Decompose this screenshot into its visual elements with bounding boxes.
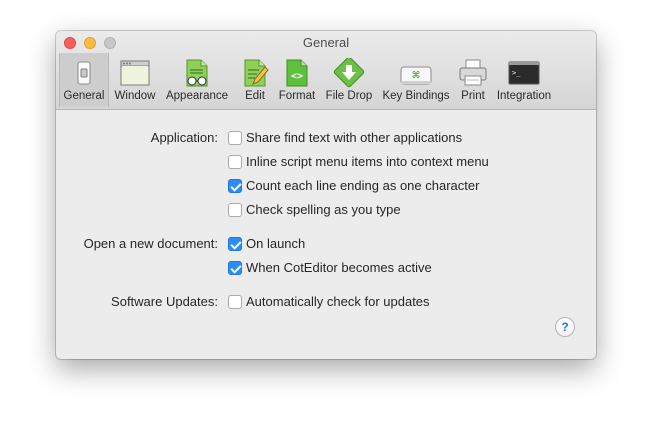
format-icon: <> <box>281 58 313 88</box>
setting-row: Open a new document: On launch <box>56 234 596 254</box>
setting-row: Inline script menu items into context me… <box>56 152 596 172</box>
printer-icon <box>457 58 489 88</box>
tab-label: Appearance <box>165 90 229 102</box>
inline-script-menu-checkbox[interactable] <box>228 155 242 169</box>
tab-file-drop[interactable]: File Drop <box>321 53 377 107</box>
window-icon <box>119 58 151 88</box>
setting-row: Count each line ending as one character <box>56 176 596 196</box>
on-launch-checkbox[interactable] <box>228 237 242 251</box>
setting-row: Software Updates: Automatically check fo… <box>56 292 596 312</box>
help-button[interactable]: ? <box>555 317 575 337</box>
tab-edit[interactable]: Edit <box>237 53 273 107</box>
check-spelling-checkbox[interactable] <box>228 203 242 217</box>
setting-row: When CotEditor becomes active <box>56 258 596 278</box>
svg-text:⌘: ⌘ <box>412 71 421 81</box>
terminal-icon: >_ <box>508 58 540 88</box>
general-switch-icon <box>68 58 100 88</box>
application-label: Application: <box>150 130 218 145</box>
setting-row: Check spelling as you type <box>56 200 596 220</box>
inline-script-menu-label[interactable]: Inline script menu items into context me… <box>246 154 489 169</box>
tab-label: General <box>63 90 105 102</box>
count-line-ending-checkbox[interactable] <box>228 179 242 193</box>
new-document-label: Open a new document: <box>83 236 218 251</box>
svg-text:<>: <> <box>291 71 303 82</box>
tab-label: Key Bindings <box>382 90 450 102</box>
software-updates-label: Software Updates: <box>111 294 218 309</box>
svg-text:>_: >_ <box>512 69 521 77</box>
tab-key-bindings[interactable]: ⌘ Key Bindings <box>379 53 453 107</box>
tab-label: Window <box>114 90 156 102</box>
count-line-ending-label[interactable]: Count each line ending as one character <box>246 178 479 193</box>
becomes-active-label[interactable]: When CotEditor becomes active <box>246 260 432 275</box>
tab-format[interactable]: <> Format <box>275 53 319 107</box>
titlebar: General General Window Appearance Edit <… <box>56 31 596 110</box>
preferences-window: General General Window Appearance Edit <… <box>56 31 596 359</box>
tab-integration[interactable]: >_ Integration <box>493 53 555 107</box>
tab-appearance[interactable]: Appearance <box>161 53 233 107</box>
tab-label: Edit <box>245 90 265 102</box>
tab-label: File Drop <box>325 90 373 102</box>
tab-general[interactable]: General <box>59 53 109 107</box>
key-bindings-icon: ⌘ <box>400 58 432 88</box>
share-find-text-checkbox[interactable] <box>228 131 242 145</box>
tab-window[interactable]: Window <box>111 53 159 107</box>
general-pane: Application: Share find text with other … <box>56 110 596 359</box>
tab-label: Print <box>461 90 485 102</box>
becomes-active-checkbox[interactable] <box>228 261 242 275</box>
tab-label: Format <box>278 90 316 102</box>
auto-check-updates-label[interactable]: Automatically check for updates <box>246 294 430 309</box>
appearance-icon <box>181 58 213 88</box>
tab-print[interactable]: Print <box>455 53 491 107</box>
window-title: General <box>302 35 350 50</box>
tab-label: Integration <box>496 90 552 102</box>
auto-check-updates-checkbox[interactable] <box>228 295 242 309</box>
check-spelling-label[interactable]: Check spelling as you type <box>246 202 401 217</box>
file-drop-icon <box>333 56 365 88</box>
edit-icon <box>239 58 271 88</box>
share-find-text-label[interactable]: Share find text with other applications <box>246 130 462 145</box>
setting-row: Application: Share find text with other … <box>56 128 596 148</box>
on-launch-label[interactable]: On launch <box>246 236 305 251</box>
